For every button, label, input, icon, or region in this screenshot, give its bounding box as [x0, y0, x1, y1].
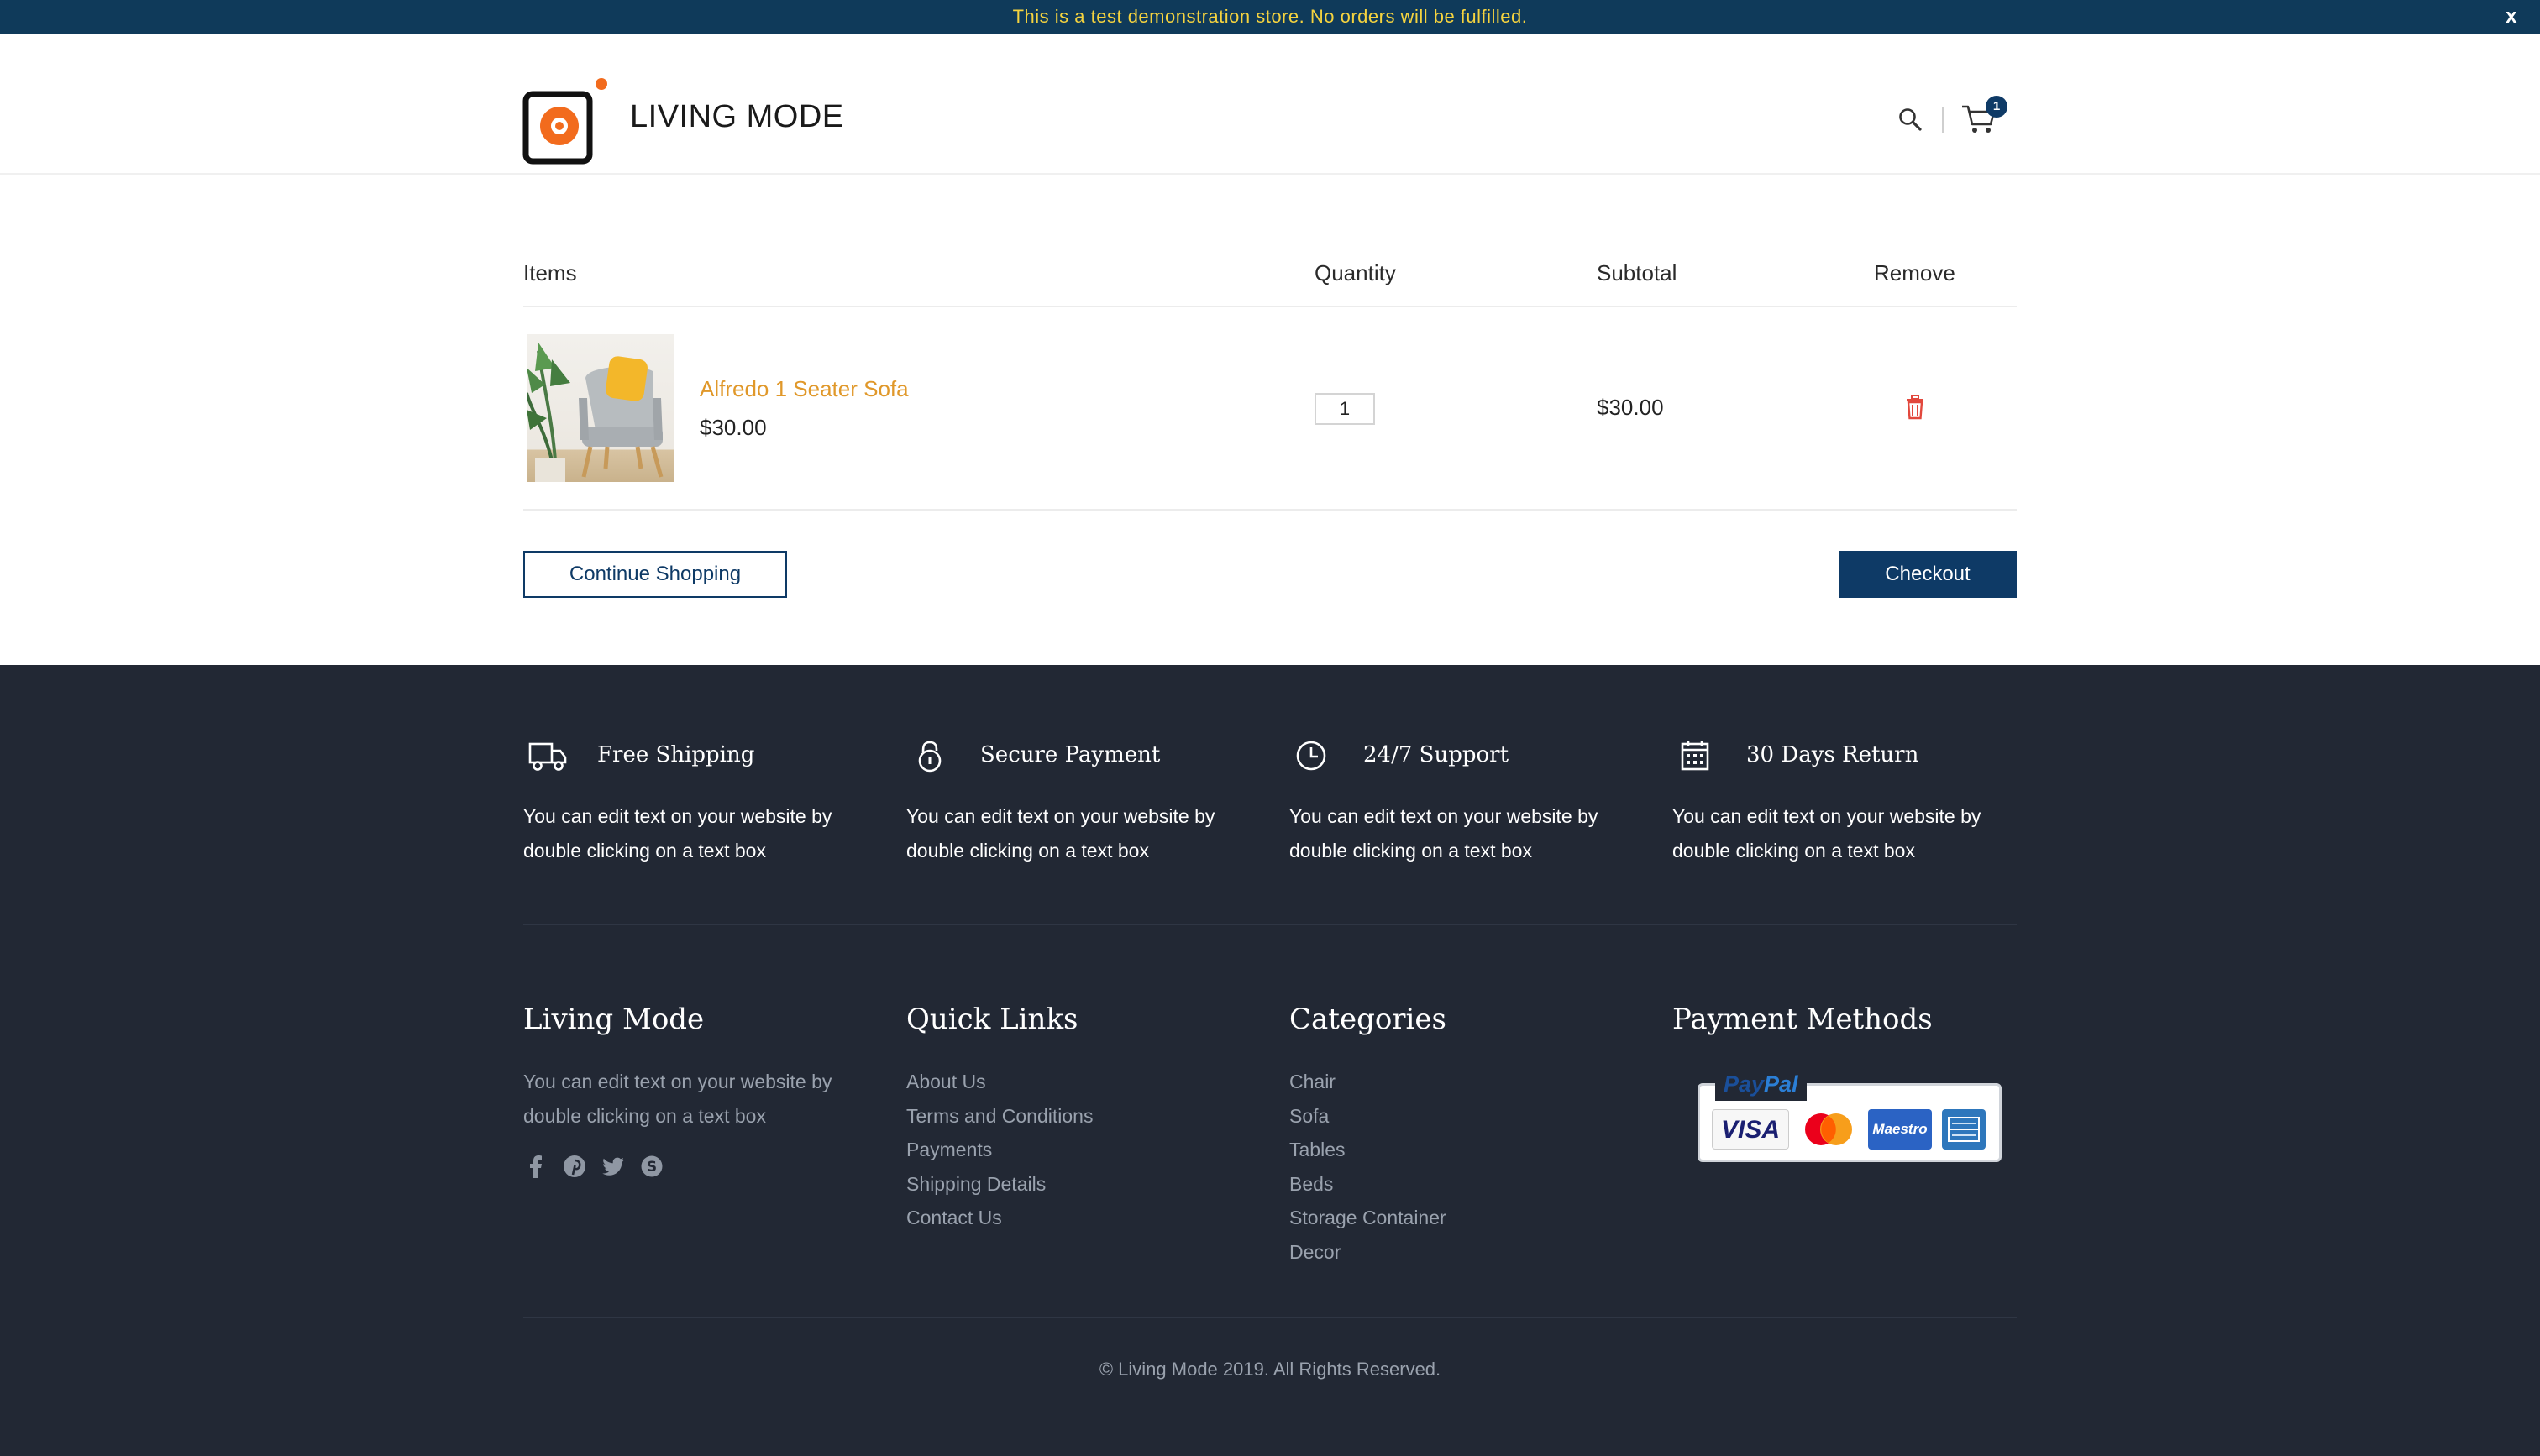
footer-divider [523, 924, 2017, 925]
column-header-quantity: Quantity [1315, 260, 1396, 285]
skype-icon[interactable]: S [639, 1154, 664, 1179]
feature-title: Secure Payment [980, 742, 1161, 767]
footer-categories-column: Categories Chair Sofa Tables Beds Storag… [1289, 1003, 1642, 1269]
amex-card-logo [1942, 1109, 1986, 1150]
category-link-storage[interactable]: Storage Container [1289, 1201, 1642, 1235]
svg-text:S: S [647, 1159, 657, 1176]
feature-title: Free Shipping [597, 742, 755, 767]
column-header-items: Items [523, 260, 577, 285]
paypal-wordmark-part: Pal [1764, 1071, 1798, 1097]
category-link-tables[interactable]: Tables [1289, 1133, 1642, 1167]
footer-about-column: Living Mode You can edit text on your we… [523, 1003, 876, 1178]
column-header-remove: Remove [1874, 260, 1955, 285]
footer-about-title: Living Mode [523, 1003, 705, 1036]
close-notice-button[interactable]: x [2495, 0, 2528, 34]
copyright-text: © Living Mode 2019. All Rights Reserved. [1099, 1359, 1441, 1380]
footer-quick-links-title: Quick Links [906, 1003, 1078, 1036]
site-header: LIVING MODE 1 [0, 34, 2540, 175]
row-subtotal: $30.00 [1597, 395, 1664, 420]
feature-title: 30 Days Return [1746, 742, 1919, 767]
visa-card-logo: VISA [1712, 1109, 1789, 1150]
footer-payment-title: Payment Methods [1672, 1003, 1933, 1036]
demo-notice-text: This is a test demonstration store. No o… [1012, 6, 1528, 27]
footer-link-about-us[interactable]: About Us [906, 1065, 1259, 1099]
footer-payment-column: Payment Methods PayPal VISA Maestro [1672, 1003, 2025, 1162]
footer-link-shipping[interactable]: Shipping Details [906, 1167, 1259, 1202]
twitter-icon[interactable] [601, 1154, 626, 1179]
checkout-button[interactable]: Checkout [1839, 551, 2017, 598]
footer-about-text: You can edit text on your website by dou… [523, 1071, 832, 1127]
product-image[interactable] [527, 334, 674, 482]
paypal-logo: PayPal [1715, 1069, 1807, 1101]
feature-text: You can edit text on your website by dou… [523, 805, 832, 862]
category-link-sofa[interactable]: Sofa [1289, 1099, 1642, 1134]
product-price: $30.00 [700, 415, 767, 440]
brand-name[interactable]: LIVING MODE [630, 99, 844, 135]
demo-notice-bar: This is a test demonstration store. No o… [0, 0, 2540, 34]
living-mode-logo-icon[interactable] [522, 77, 610, 166]
header-divider-line [523, 306, 2017, 307]
calendar-icon [1681, 741, 1709, 771]
facebook-icon[interactable] [523, 1154, 548, 1179]
feature-title: 24/7 Support [1363, 742, 1509, 767]
paypal-wordmark-part: Pay [1724, 1071, 1765, 1097]
product-name-link[interactable]: Alfredo 1 Seater Sofa [700, 376, 909, 402]
column-header-subtotal: Subtotal [1597, 260, 1677, 285]
feature-text: You can edit text on your website by dou… [906, 805, 1215, 862]
trash-icon[interactable] [1904, 395, 1926, 420]
footer-categories-title: Categories [1289, 1003, 1446, 1036]
cart-count-badge: 1 [1986, 96, 2007, 118]
continue-shopping-button[interactable]: Continue Shopping [523, 551, 787, 598]
footer-quick-links-column: Quick Links About Us Terms and Condition… [906, 1003, 1259, 1235]
truck-icon [528, 742, 567, 771]
category-link-decor[interactable]: Decor [1289, 1235, 1642, 1270]
category-link-chair[interactable]: Chair [1289, 1065, 1642, 1099]
row-divider-line [523, 509, 2017, 511]
footer-link-terms[interactable]: Terms and Conditions [906, 1099, 1259, 1134]
footer-bottom-divider [523, 1317, 2017, 1318]
clock-icon [1296, 741, 1326, 771]
feature-text: You can edit text on your website by dou… [1672, 805, 1981, 862]
category-link-beds[interactable]: Beds [1289, 1167, 1642, 1202]
footer-link-payments[interactable]: Payments [906, 1133, 1259, 1167]
footer-link-contact[interactable]: Contact Us [906, 1201, 1259, 1235]
payment-methods-badge: PayPal VISA Maestro [1698, 1069, 2002, 1162]
header-divider [1942, 107, 1944, 133]
mastercard-logo [1797, 1109, 1860, 1150]
pinterest-icon[interactable] [562, 1154, 587, 1179]
search-icon[interactable] [1897, 106, 1925, 134]
feature-text: You can edit text on your website by dou… [1289, 805, 1598, 862]
maestro-card-logo: Maestro [1868, 1109, 1932, 1150]
quantity-input[interactable] [1315, 393, 1375, 425]
site-footer: Free Shipping You can edit text on your … [0, 665, 2540, 1456]
lock-icon [918, 741, 942, 773]
